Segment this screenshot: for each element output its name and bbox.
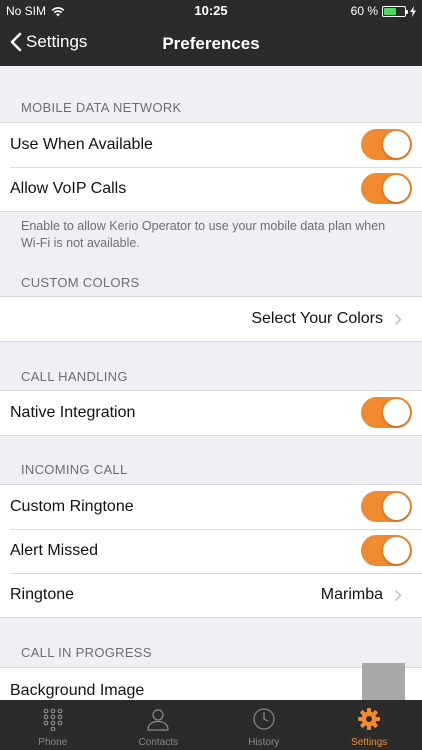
tab-contacts[interactable]: Contacts (106, 700, 212, 750)
page-title: Preferences (162, 34, 260, 53)
group-call-handling: Native Integration (0, 390, 422, 436)
gear-icon (358, 708, 381, 730)
person-icon (147, 709, 169, 731)
custom-ringtone-label: Custom Ringtone (10, 498, 134, 515)
select-your-colors-label: Select Your Colors (251, 310, 383, 327)
tab-settings[interactable]: Settings (317, 700, 422, 750)
mobile-data-footer-note: Enable to allow Kerio Operator to use yo… (21, 219, 386, 250)
use-when-available-toggle[interactable] (361, 129, 412, 160)
toggle-knob (383, 493, 410, 520)
battery-percent: 60 % (350, 4, 378, 18)
navigation-bar: Settings Preferences (0, 22, 422, 66)
screen: No SIM 10:25 60 % Settings Preferences M… (0, 0, 422, 750)
section-header-incoming-call: INCOMING CALL (21, 462, 128, 477)
status-bar: No SIM 10:25 60 % (0, 0, 422, 22)
keypad-icon (43, 708, 63, 731)
chevron-right-icon (394, 589, 402, 602)
row-native-integration: Native Integration (0, 391, 422, 435)
ringtone-label: Ringtone (10, 586, 75, 603)
section-header-call-in-progress: CALL IN PROGRESS (21, 645, 152, 660)
allow-voip-calls-toggle[interactable] (361, 173, 412, 204)
battery-icon (382, 5, 408, 17)
row-ringtone[interactable]: Ringtone Marimba (0, 573, 422, 617)
charging-bolt-icon (410, 5, 416, 17)
tab-phone-label: Phone (38, 737, 68, 748)
tab-history-label: History (248, 737, 280, 748)
toggle-knob (383, 175, 410, 202)
row-custom-ringtone: Custom Ringtone (0, 485, 422, 529)
group-mobile-data: Use When Available Allow VoIP Calls (0, 122, 422, 212)
battery-level (384, 7, 396, 15)
row-allow-voip-calls: Allow VoIP Calls (0, 167, 422, 211)
tab-contacts-label: Contacts (138, 737, 178, 748)
ringtone-value: Marimba (320, 586, 383, 603)
toggle-knob (383, 399, 410, 426)
section-header-mobile-data: MOBILE DATA NETWORK (21, 100, 182, 115)
group-incoming-call: Custom Ringtone Alert Missed Ringtone Ma… (0, 484, 422, 618)
background-image-label: Background Image (10, 682, 145, 699)
use-when-available-label: Use When Available (10, 136, 153, 153)
custom-ringtone-toggle[interactable] (361, 491, 412, 522)
native-integration-label: Native Integration (10, 404, 136, 421)
native-integration-toggle[interactable] (361, 397, 412, 428)
tab-history[interactable]: History (211, 700, 317, 750)
row-select-your-colors[interactable]: Select Your Colors (0, 297, 422, 341)
section-header-call-handling: CALL HANDLING (21, 369, 128, 384)
tab-phone[interactable]: Phone (0, 700, 106, 750)
tab-bar: Phone Contacts History Settings (0, 700, 422, 750)
row-background-image[interactable]: Background Image (0, 663, 422, 700)
tab-settings-label: Settings (351, 737, 388, 748)
row-use-when-available: Use When Available (0, 123, 422, 167)
toggle-knob (383, 537, 410, 564)
chevron-right-icon (394, 313, 402, 326)
group-custom-colors: Select Your Colors (0, 296, 422, 342)
allow-voip-calls-label: Allow VoIP Calls (10, 180, 127, 197)
section-header-custom-colors: CUSTOM COLORS (21, 275, 140, 290)
background-image-thumbnail[interactable] (362, 663, 405, 700)
clock-icon (253, 708, 275, 730)
alert-missed-toggle[interactable] (361, 535, 412, 566)
status-right: 60 % (351, 4, 416, 18)
row-alert-missed: Alert Missed (0, 529, 422, 573)
toggle-knob (383, 131, 410, 158)
alert-missed-label: Alert Missed (10, 542, 99, 559)
preferences-list[interactable]: MOBILE DATA NETWORK Use When Available A… (0, 66, 422, 700)
group-call-in-progress: Background Image (0, 663, 422, 700)
